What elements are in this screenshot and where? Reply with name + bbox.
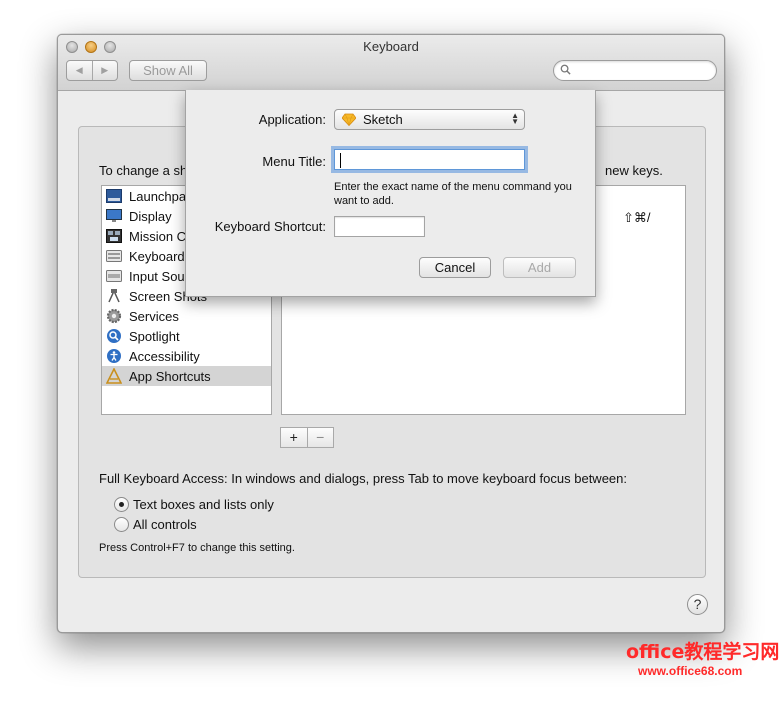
category-label: Keyboard	[129, 248, 185, 264]
show-all-button[interactable]: Show All	[129, 60, 207, 81]
category-label: Display	[129, 208, 172, 224]
spotlight-icon	[105, 328, 123, 344]
remove-shortcut-button[interactable]: −	[306, 428, 334, 447]
watermark: office教程学习网 www.office68.com	[612, 637, 780, 709]
category-accessibility[interactable]: Accessibility	[102, 346, 271, 366]
cancel-button[interactable]: Cancel	[419, 257, 491, 278]
app-shortcuts-icon	[105, 368, 123, 384]
menu-title-input[interactable]	[335, 150, 524, 169]
keyboard-icon	[105, 248, 123, 264]
menu-title-help: Enter the exact name of the menu command…	[334, 181, 572, 207]
launchpad-icon	[105, 188, 123, 204]
watermark-title: office教程学习网	[626, 641, 780, 663]
mission-control-icon	[105, 228, 123, 244]
full-keyboard-access-label: Full Keyboard Access: In windows and dia…	[99, 471, 627, 486]
chevron-right-icon: ▶	[101, 65, 109, 75]
search-icon	[560, 64, 571, 75]
shortcut-keys[interactable]: ⇧⌘/	[623, 210, 651, 226]
category-services[interactable]: Services	[102, 306, 271, 326]
category-label: Accessibility	[129, 348, 200, 364]
display-icon	[105, 208, 123, 224]
category-label: App Shortcuts	[129, 368, 211, 384]
radio-all-controls[interactable]: All controls	[114, 517, 197, 532]
category-label: Services	[129, 308, 179, 324]
keyboard-access-hint: Press Control+F7 to change this setting.	[99, 542, 295, 554]
radio-button[interactable]	[114, 517, 129, 532]
category-app-shortcuts[interactable]: App Shortcuts	[102, 366, 271, 386]
category-spotlight[interactable]: Spotlight	[102, 326, 271, 346]
application-popup[interactable]: Sketch ▲ ▼	[334, 109, 525, 130]
radio-text-boxes[interactable]: Text boxes and lists only	[114, 497, 274, 512]
instructions-text-end: new keys.	[605, 163, 663, 178]
application-value: Sketch	[363, 112, 403, 127]
keyboard-shortcut-field[interactable]	[334, 216, 425, 237]
chevron-left-icon: ◀	[75, 65, 83, 75]
add-remove-control: + −	[280, 427, 334, 448]
add-button[interactable]: Add	[503, 257, 576, 278]
back-forward-control: ◀ ▶	[66, 60, 118, 81]
accessibility-icon	[105, 348, 123, 364]
title-bar: Keyboard ◀ ▶ Show All	[58, 35, 724, 91]
menu-title-label: Menu Title:	[262, 154, 326, 169]
window-title: Keyboard	[363, 39, 419, 54]
forward-button[interactable]: ▶	[91, 61, 118, 80]
screenshot-icon	[105, 288, 123, 304]
search-field[interactable]	[553, 60, 717, 81]
text-caret	[340, 153, 341, 168]
back-button[interactable]: ◀	[67, 61, 92, 80]
menu-title-field[interactable]	[334, 149, 525, 170]
gear-icon	[105, 308, 123, 324]
radio-button-selected[interactable]	[114, 497, 129, 512]
add-shortcut-sheet: Application: Sketch ▲ ▼ Menu Title: Enter…	[185, 90, 596, 297]
watermark-url: www.office68.com	[638, 664, 743, 678]
keyboard-shortcut-input[interactable]	[335, 217, 424, 236]
application-label: Application:	[258, 112, 326, 127]
popup-arrows-icon: ▲ ▼	[511, 111, 519, 126]
category-label: Spotlight	[129, 328, 180, 344]
keyboard-shortcut-label: Keyboard Shortcut:	[214, 219, 326, 234]
radio-label: All controls	[133, 517, 197, 532]
radio-label: Text boxes and lists only	[133, 497, 274, 512]
add-shortcut-button[interactable]: +	[281, 428, 307, 447]
help-button[interactable]: ?	[687, 594, 708, 615]
input-sources-icon	[105, 268, 123, 284]
sketch-app-icon	[342, 113, 356, 126]
